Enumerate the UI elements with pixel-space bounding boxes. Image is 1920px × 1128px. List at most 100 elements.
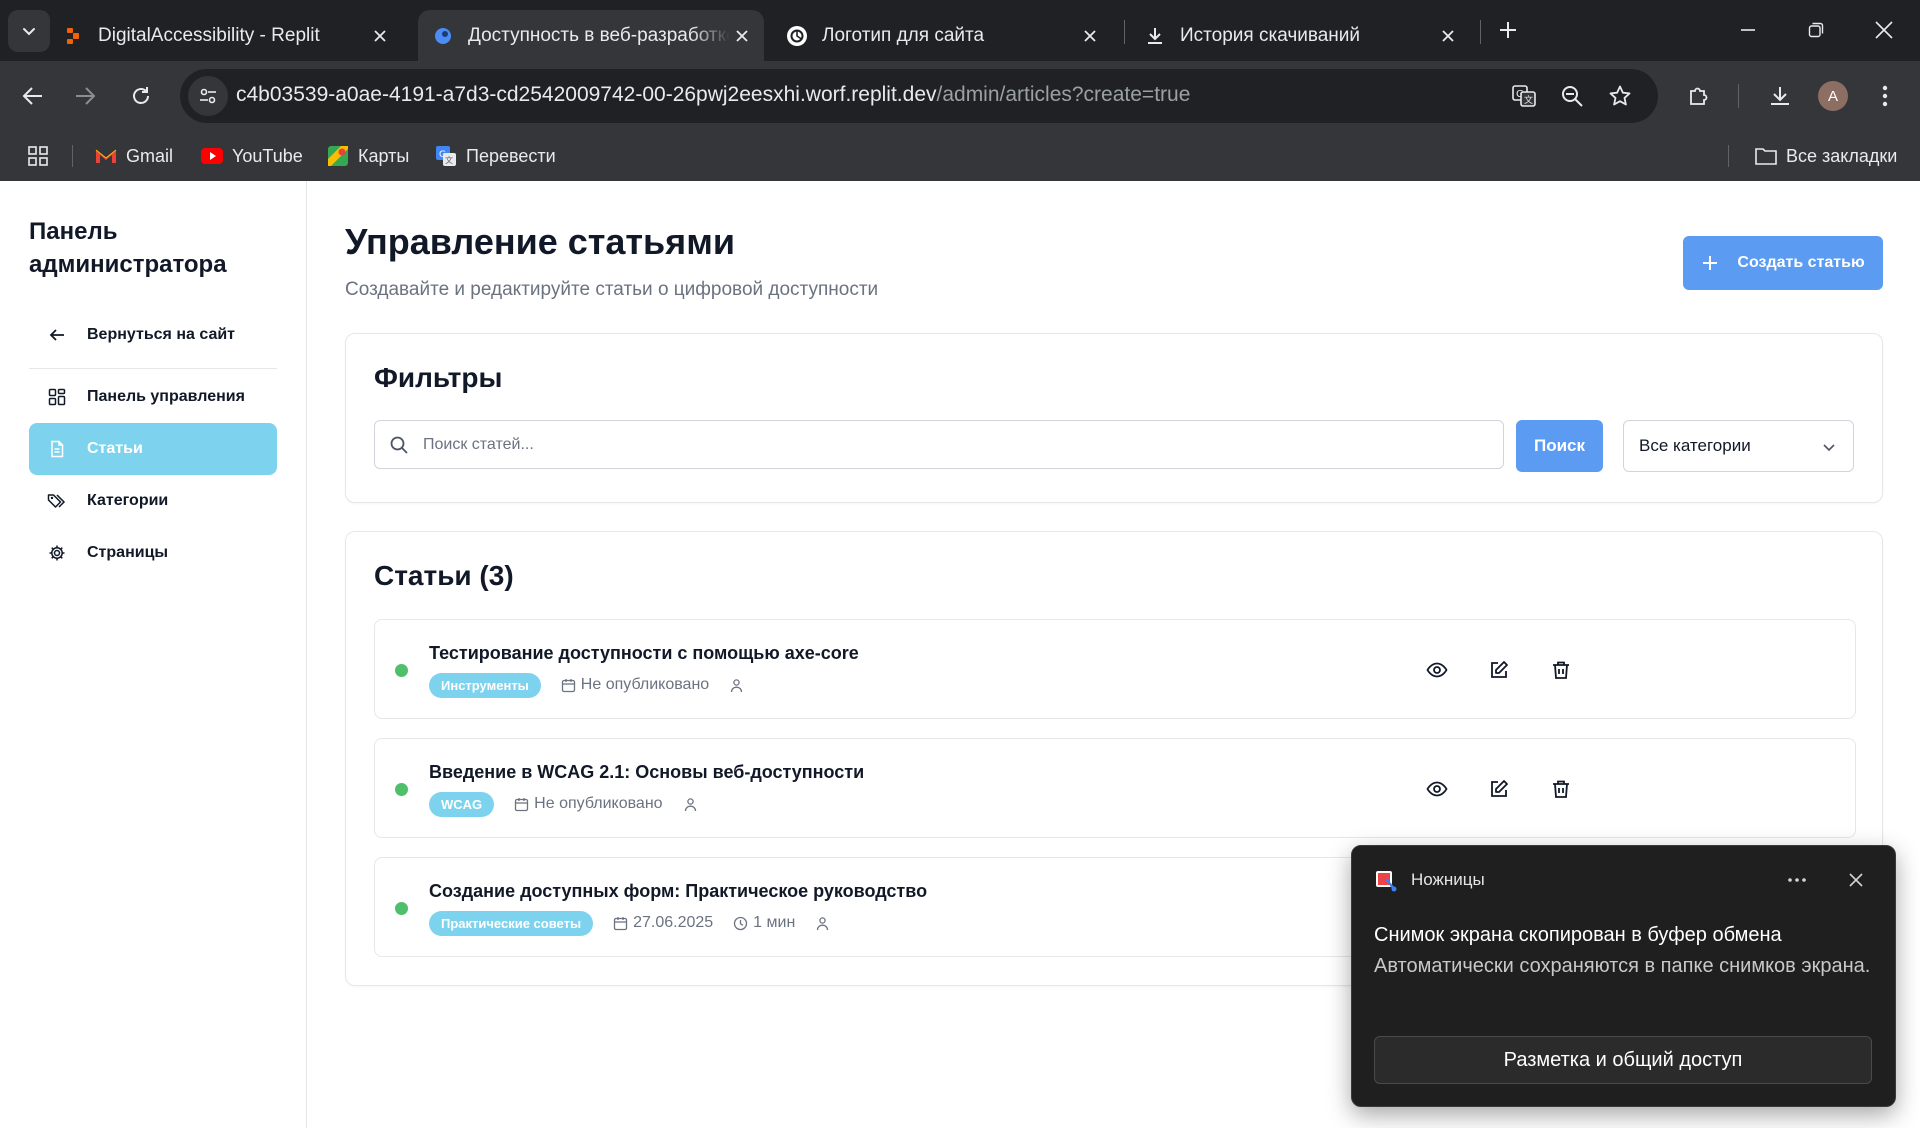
tab-downloads[interactable]: История скачиваний <box>1144 10 1470 61</box>
article-title: Создание доступных форм: Практическое ру… <box>429 881 928 901</box>
bookmark-translate[interactable]: G文 Перевести <box>434 141 556 171</box>
markup-and-share-button[interactable]: Разметка и общий доступ <box>1374 1036 1872 1084</box>
back-button[interactable] <box>14 77 52 115</box>
profile-avatar[interactable]: A <box>1818 81 1848 111</box>
article-meta: Инструменты Не опубликовано <box>429 672 769 698</box>
close-icon <box>1875 21 1893 39</box>
sidebar-item-categories[interactable]: Категории <box>29 475 277 527</box>
bookmark-gmail[interactable]: Gmail <box>94 141 173 171</box>
tab-title: DigitalAccessibility - Replit <box>98 24 320 46</box>
site-info-button[interactable] <box>188 76 228 116</box>
apps-grid-icon <box>26 144 50 168</box>
browser-toolbar: c4b03539-a0ae-4191-a7d3-cd2542009742-00-… <box>0 61 1920 131</box>
tab-replit[interactable]: DigitalAccessibility - Replit <box>62 10 402 61</box>
bookmark-label: Gmail <box>126 145 174 166</box>
notification-close-button[interactable] <box>1842 866 1870 894</box>
bookmark-label: Карты <box>358 145 410 166</box>
folder-icon <box>1754 144 1778 168</box>
chevron-down-icon <box>1823 444 1835 452</box>
create-article-button[interactable]: Создать статью <box>1683 236 1883 290</box>
gear-icon <box>47 543 67 563</box>
back-to-site-link[interactable]: Вернуться на сайт <box>29 309 277 361</box>
category-select[interactable]: Все категории <box>1623 420 1854 472</box>
delete-button[interactable] <box>1547 775 1575 803</box>
replit-icon <box>62 25 84 47</box>
downloads-button[interactable] <box>1761 77 1799 115</box>
browser-chrome: DigitalAccessibility - Replit Доступност… <box>0 0 1920 181</box>
bookmark-star-button[interactable] <box>1606 82 1634 110</box>
close-tab-icon[interactable] <box>1078 24 1102 48</box>
close-tab-icon[interactable] <box>730 24 754 48</box>
view-button[interactable] <box>1423 775 1451 803</box>
article-meta: Практические советы 27.06.2025 1 мин <box>429 910 855 936</box>
browser-menu-button[interactable] <box>1866 77 1904 115</box>
edit-button[interactable] <box>1485 775 1513 803</box>
search-input[interactable] <box>423 421 1493 468</box>
notification-app-name: Ножницы <box>1411 870 1485 889</box>
bookmark-youtube[interactable]: YouTube <box>200 141 303 171</box>
extensions-button[interactable] <box>1680 77 1718 115</box>
zoom-button[interactable] <box>1558 82 1586 110</box>
minimize-button[interactable] <box>1714 0 1782 60</box>
edit-button[interactable] <box>1485 656 1513 684</box>
chevron-down-icon <box>23 28 35 36</box>
bookmark-label: Перевести <box>466 145 556 166</box>
all-bookmarks-label: Все закладки <box>1786 145 1898 166</box>
all-bookmarks-button[interactable]: Все закладки <box>1754 141 1897 171</box>
sidebar-item-label: Категории <box>87 492 169 509</box>
trash-icon <box>1553 780 1569 798</box>
tab-title: Доступность в веб-разработке <box>468 24 730 46</box>
edit-icon <box>1491 780 1508 797</box>
calendar-icon <box>561 678 575 692</box>
tab-search-button[interactable] <box>8 10 50 52</box>
article-date: 27.06.2025 <box>613 914 713 932</box>
close-tab-icon[interactable] <box>1436 24 1460 48</box>
chatgpt-icon <box>786 25 808 47</box>
download-icon <box>1771 87 1789 105</box>
category-badge: Инструменты <box>429 672 541 698</box>
eye-icon <box>1426 662 1448 678</box>
gmail-icon <box>94 144 118 168</box>
close-window-button[interactable] <box>1850 0 1918 60</box>
svg-text:文: 文 <box>1524 94 1533 106</box>
filters-card: Фильтры Поиск Все категории <box>345 333 1883 503</box>
view-button[interactable] <box>1423 656 1451 684</box>
forward-button[interactable] <box>66 77 104 115</box>
arrow-left-icon <box>47 325 67 345</box>
search-field[interactable] <box>374 420 1504 469</box>
sidebar-item-pages[interactable]: Страницы <box>29 527 277 579</box>
reload-button[interactable] <box>122 77 160 115</box>
apps-button[interactable] <box>26 141 58 171</box>
sidebar-item-articles[interactable]: Статьи <box>29 423 277 475</box>
close-tab-icon[interactable] <box>368 24 392 48</box>
bookmark-maps[interactable]: Карты <box>326 141 409 171</box>
notification-more-button[interactable] <box>1782 866 1812 894</box>
search-button[interactable]: Поиск <box>1516 420 1603 472</box>
calendar-icon <box>613 916 628 930</box>
more-horizontal-icon <box>1788 878 1806 882</box>
tab-title: История скачиваний <box>1180 24 1361 46</box>
sidebar-divider <box>29 368 277 369</box>
sidebar-item-dashboard[interactable]: Панель управления <box>29 371 277 423</box>
tune-icon <box>200 88 216 104</box>
new-tab-button[interactable] <box>1492 14 1524 46</box>
close-icon <box>1849 873 1863 887</box>
url-text: c4b03539-a0ae-4191-a7d3-cd2542009742-00-… <box>236 83 1190 107</box>
zoom-out-icon <box>1562 86 1583 107</box>
category-select-value: Все категории <box>1639 436 1751 455</box>
article-meta: WCAG Не опубликовано <box>429 791 723 817</box>
replit-favicon-icon <box>432 25 454 47</box>
translate-page-button[interactable]: G文 <box>1510 82 1538 110</box>
user-icon <box>684 797 696 811</box>
article-read-time: 1 мин <box>733 914 795 932</box>
delete-button[interactable] <box>1547 656 1575 684</box>
arrow-right-icon <box>76 87 96 105</box>
clock-icon <box>734 916 748 930</box>
address-bar[interactable]: c4b03539-a0ae-4191-a7d3-cd2542009742-00-… <box>180 69 1658 123</box>
tab-logo[interactable]: Логотип для сайта <box>786 10 1112 61</box>
create-article-label: Создать статью <box>1737 254 1865 271</box>
category-badge: Практические советы <box>429 910 594 936</box>
restore-button[interactable] <box>1782 0 1850 60</box>
tab-accessibility[interactable]: Доступность в веб-разработке <box>418 10 764 61</box>
articles-title: Статьи (3) <box>374 560 514 591</box>
